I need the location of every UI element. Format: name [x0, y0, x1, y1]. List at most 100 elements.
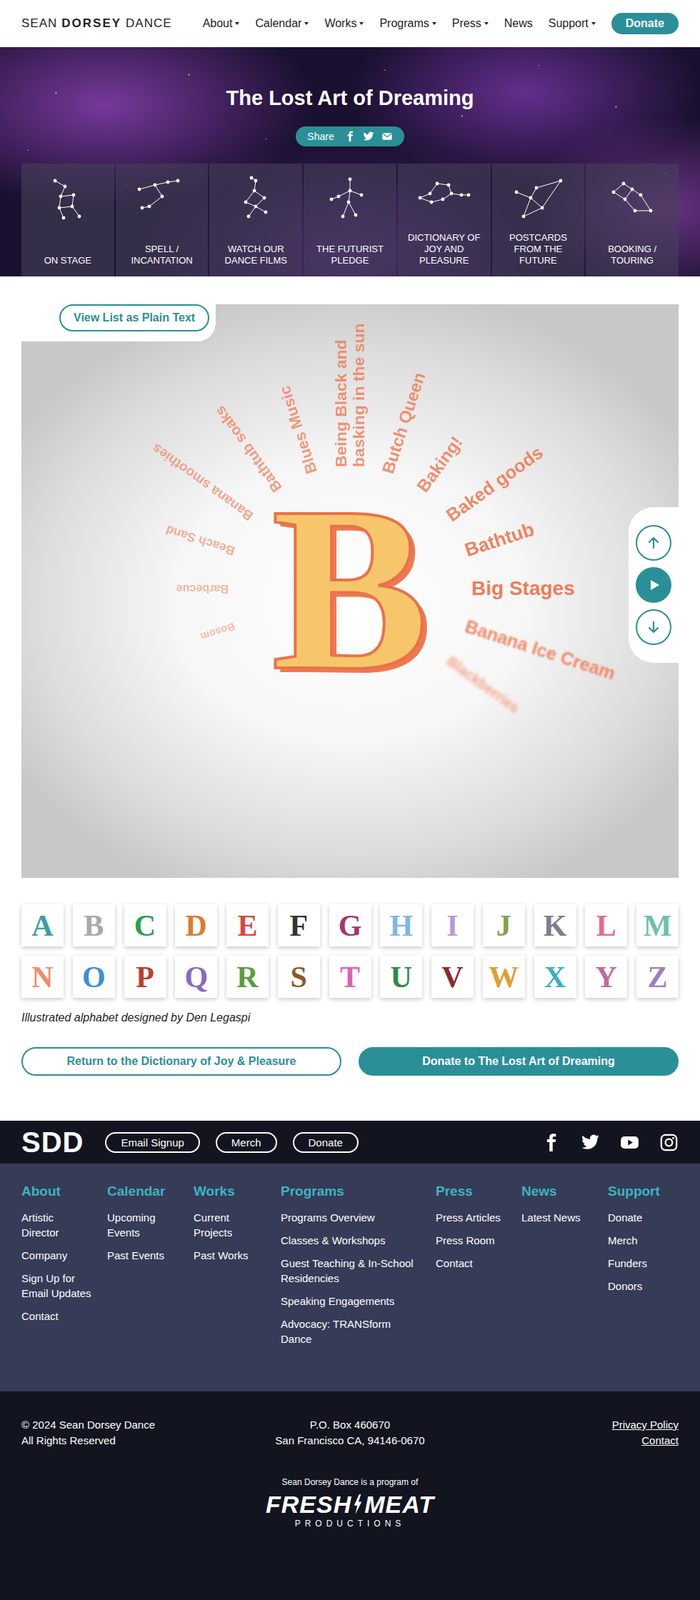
footer-link[interactable]: Programs Overview [280, 1210, 422, 1225]
wheel-word[interactable]: Barbecue [176, 582, 229, 595]
letter-tile[interactable]: N [21, 955, 64, 998]
menu-item[interactable]: News [504, 17, 533, 30]
facebook-icon[interactable] [541, 1132, 561, 1153]
letter-tile[interactable]: Q [175, 955, 218, 998]
wheel-word[interactable]: Butch Queen [378, 370, 429, 476]
donate-button[interactable]: Donate [611, 12, 679, 35]
menu-item[interactable]: Press [452, 17, 489, 30]
letter-tile[interactable]: O [72, 955, 115, 998]
twitter-icon[interactable] [362, 130, 375, 143]
wheel-word[interactable]: Bosom [199, 620, 237, 643]
footer-link[interactable]: Past Events [107, 1247, 180, 1263]
menu-item[interactable]: Support [548, 17, 596, 30]
footer-heading[interactable]: Calendar [107, 1183, 180, 1200]
letter-tile[interactable]: C [124, 904, 167, 947]
twitter-icon[interactable] [580, 1132, 600, 1153]
footer-link[interactable]: Artistic Director [21, 1210, 93, 1240]
wheel-word[interactable]: Banana Ice Cream [462, 616, 618, 684]
footer-link[interactable]: Company [21, 1247, 93, 1263]
letter-tile[interactable]: E [226, 904, 269, 947]
letter-tile[interactable]: S [277, 955, 320, 998]
footer-link[interactable]: Donate [607, 1210, 665, 1225]
footer-link[interactable]: Past Works [193, 1247, 267, 1263]
letter-tile[interactable]: K [534, 904, 577, 947]
section-tile[interactable]: DICTIONARY OF JOY AND PLEASURE [397, 163, 491, 277]
scroll-down-button[interactable] [635, 609, 672, 645]
footer-pill[interactable]: Email Signup [105, 1132, 200, 1153]
wheel-word[interactable]: Beach Sand [164, 522, 238, 558]
footer-logo[interactable]: SDD [21, 1126, 84, 1159]
letter-tile[interactable]: V [431, 955, 474, 998]
footer-link[interactable]: Speaking Engagements [280, 1293, 422, 1309]
footer-pill[interactable]: Merch [215, 1132, 278, 1153]
youtube-icon[interactable] [620, 1132, 640, 1153]
wheel-word[interactable]: Banana smoothies [150, 440, 257, 523]
letter-tile[interactable]: T [329, 955, 372, 998]
section-tile[interactable]: BOOKING / TOURING [585, 163, 679, 277]
wheel-word[interactable]: Bathtub [462, 519, 537, 562]
letter-tile[interactable]: A [21, 904, 64, 947]
footer-heading[interactable]: Press [435, 1183, 508, 1200]
wheel-word[interactable]: Bathtub soaks [212, 402, 286, 495]
site-logo[interactable]: SEANDORSEYDANCE [21, 16, 173, 31]
wheel-word[interactable]: Big Stages [471, 577, 575, 600]
email-icon[interactable] [381, 130, 393, 143]
instagram-icon[interactable] [659, 1132, 679, 1153]
letter-tile[interactable]: J [482, 904, 525, 947]
section-tile[interactable]: POSTCARDS FROM THE FUTURE [492, 163, 585, 277]
letter-tile[interactable]: H [380, 904, 423, 947]
footer-pill[interactable]: Donate [292, 1132, 359, 1153]
footer-heading[interactable]: Programs [280, 1183, 422, 1200]
menu-item[interactable]: Calendar [255, 17, 309, 30]
letter-tile[interactable]: M [636, 904, 679, 947]
facebook-icon[interactable] [344, 130, 356, 143]
footer-heading[interactable]: Support [607, 1183, 665, 1200]
footer-heading[interactable]: News [521, 1183, 594, 1200]
footer-link[interactable]: Contact [435, 1255, 508, 1271]
play-button[interactable] [635, 567, 672, 603]
footer-link[interactable]: Latest News [521, 1210, 594, 1225]
letter-tile[interactable]: L [585, 904, 628, 947]
letter-tile[interactable]: Y [585, 955, 628, 998]
footer-link[interactable]: Contact [21, 1308, 93, 1324]
scroll-up-button[interactable] [635, 525, 672, 561]
letter-tile[interactable]: W [482, 955, 525, 998]
letter-tile[interactable]: R [226, 955, 269, 998]
legal-link[interactable]: Contact [641, 1432, 679, 1449]
menu-item[interactable]: About [202, 17, 240, 30]
legal-link[interactable]: Privacy Policy [612, 1417, 679, 1433]
section-tile[interactable]: THE FUTURIST PLEDGE [303, 163, 397, 277]
section-tile[interactable]: ON STAGE [21, 163, 115, 277]
letter-tile[interactable]: P [124, 955, 167, 998]
footer-link[interactable]: Advocacy: TRANSform Dance [280, 1316, 422, 1347]
wheel-word[interactable]: Blackberries [443, 653, 522, 717]
return-button[interactable]: Return to the Dictionary of Joy & Pleasu… [21, 1047, 342, 1076]
section-tile[interactable]: WATCH OUR DANCE FILMS [209, 163, 303, 277]
footer-link[interactable]: Current Projects [193, 1210, 267, 1240]
footer-link[interactable]: Press Room [435, 1232, 508, 1248]
footer-link[interactable]: Classes & Workshops [280, 1232, 422, 1248]
letter-tile[interactable]: I [431, 904, 474, 947]
producer-logo[interactable]: FRESHMEATPRODUCTIONS [21, 1491, 679, 1529]
section-tile[interactable]: SPELL / INCANTATION [115, 163, 209, 277]
letter-tile[interactable]: X [534, 955, 577, 998]
footer-link[interactable]: Press Articles [435, 1210, 508, 1225]
wheel-word[interactable]: Blues Music [276, 383, 321, 476]
letter-tile[interactable]: U [380, 955, 423, 998]
menu-item[interactable]: Works [324, 17, 364, 30]
footer-link[interactable]: Funders [607, 1255, 665, 1271]
plain-text-button[interactable]: View List as Plain Text [59, 304, 210, 332]
letter-tile[interactable]: F [277, 904, 320, 947]
footer-link[interactable]: Guest Teaching & In-School Residencies [280, 1255, 422, 1286]
footer-heading[interactable]: Works [193, 1183, 267, 1200]
letter-tile[interactable]: B [72, 904, 115, 947]
donate-project-button[interactable]: Donate to The Lost Art of Dreaming [358, 1047, 679, 1076]
footer-link[interactable]: Upcoming Events [107, 1210, 180, 1240]
footer-heading[interactable]: About [21, 1183, 93, 1200]
wheel-word[interactable]: Baking! [413, 432, 467, 496]
letter-tile[interactable]: G [329, 904, 372, 947]
footer-link[interactable]: Merch [607, 1232, 665, 1248]
letter-tile[interactable]: Z [636, 955, 679, 998]
wheel-word[interactable]: Being Black and basking in the sun [332, 304, 368, 468]
footer-link[interactable]: Sign Up for Email Updates [21, 1270, 93, 1301]
